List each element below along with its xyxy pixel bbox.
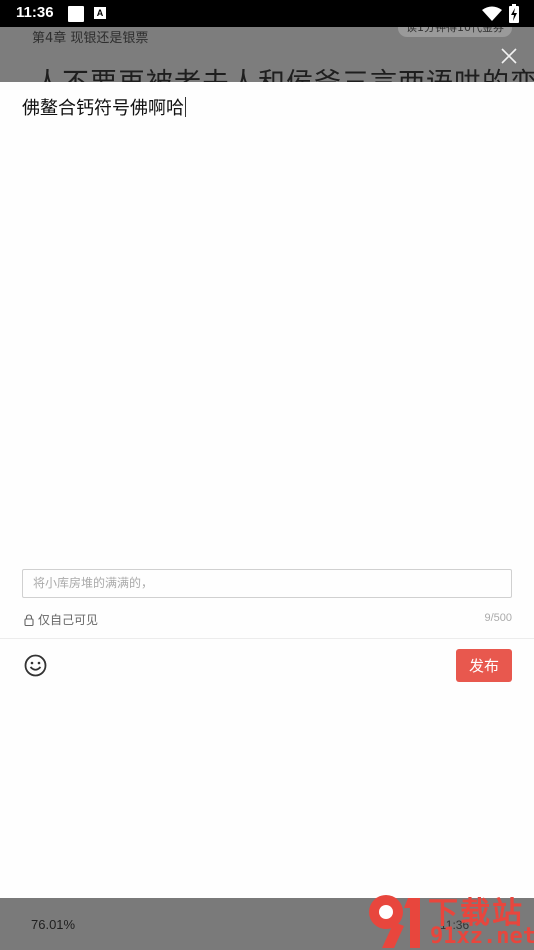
text-caret	[185, 97, 186, 117]
comment-panel: 佛鳌合钙符号佛啊哈 将小库房堆的满满的， 仅自己可见 9/500 发布	[0, 82, 534, 898]
comment-input-text: 佛鳌合钙符号佛啊哈	[22, 98, 184, 119]
notification-square-icon	[68, 6, 84, 22]
lock-icon	[24, 613, 34, 626]
divider	[0, 638, 534, 639]
visibility-toggle[interactable]: 仅自己可见	[24, 611, 98, 628]
watermark: 下载站 91xz.net	[362, 886, 534, 950]
char-count: 9/500	[484, 612, 512, 624]
watermark-logo-icon	[369, 895, 420, 948]
reading-progress: 76.01%	[31, 917, 76, 932]
emoji-icon[interactable]	[24, 654, 47, 677]
status-bar: 11:36 A	[0, 0, 534, 27]
publish-button[interactable]: 发布	[456, 649, 512, 682]
quoted-text-box: 将小库房堆的满满的，	[22, 569, 512, 598]
battery-icon	[509, 4, 519, 23]
notification-a-icon: A	[94, 7, 106, 19]
chapter-title: 第4章 现银还是银票	[32, 31, 149, 46]
reader-text: 人不要再被老夫人和侯爷三言两语哄的变	[34, 61, 534, 83]
reader-background: 第4章 现银还是银票 读1分钟得10代金券 人不要再被老夫人和侯爷三言两语哄的变	[0, 27, 534, 83]
visibility-label: 仅自己可见	[38, 613, 99, 627]
close-icon[interactable]	[500, 47, 518, 65]
watermark-bottom-text: 91xz.net	[430, 924, 534, 949]
reward-chip[interactable]: 读1分钟得10代金券	[398, 27, 512, 37]
wifi-icon	[482, 6, 502, 21]
comment-input[interactable]: 佛鳌合钙符号佛啊哈	[22, 94, 186, 120]
status-time: 11:36	[16, 4, 54, 21]
